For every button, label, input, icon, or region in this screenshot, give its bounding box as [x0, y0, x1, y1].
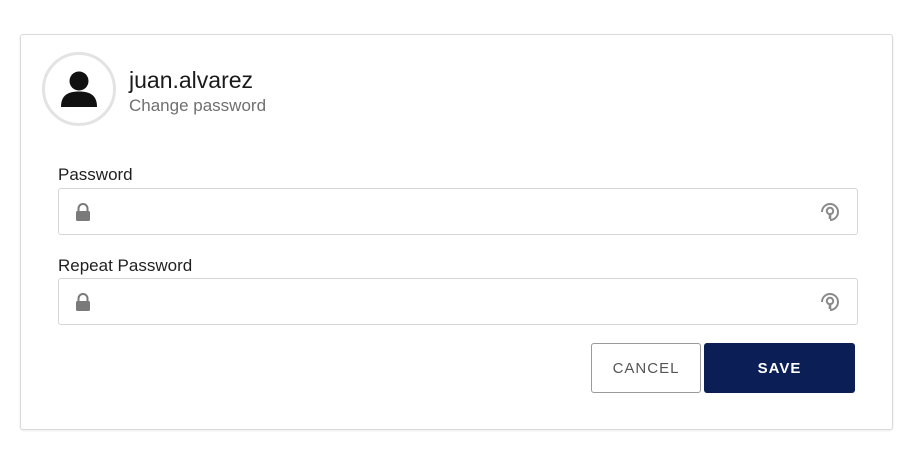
repeat-password-field: [58, 278, 858, 325]
eye-toggle-icon[interactable]: [819, 201, 841, 223]
repeat-password-input[interactable]: [103, 279, 803, 324]
password-label: Password: [58, 165, 133, 184]
lock-icon: [76, 203, 90, 221]
password-input[interactable]: [103, 189, 803, 234]
lock-icon: [76, 293, 90, 311]
eye-toggle-icon[interactable]: [819, 291, 841, 313]
cancel-button[interactable]: CANCEL: [591, 343, 701, 393]
repeat-password-label: Repeat Password: [58, 256, 193, 275]
change-password-card: juan.alvarez Change password Password Re…: [20, 34, 893, 430]
username: juan.alvarez: [129, 67, 254, 93]
save-button[interactable]: SAVE: [704, 343, 855, 393]
user-silhouette-icon: [61, 71, 97, 107]
password-field: [58, 188, 858, 235]
page-subtitle: Change password: [129, 96, 267, 115]
avatar: [42, 52, 116, 126]
